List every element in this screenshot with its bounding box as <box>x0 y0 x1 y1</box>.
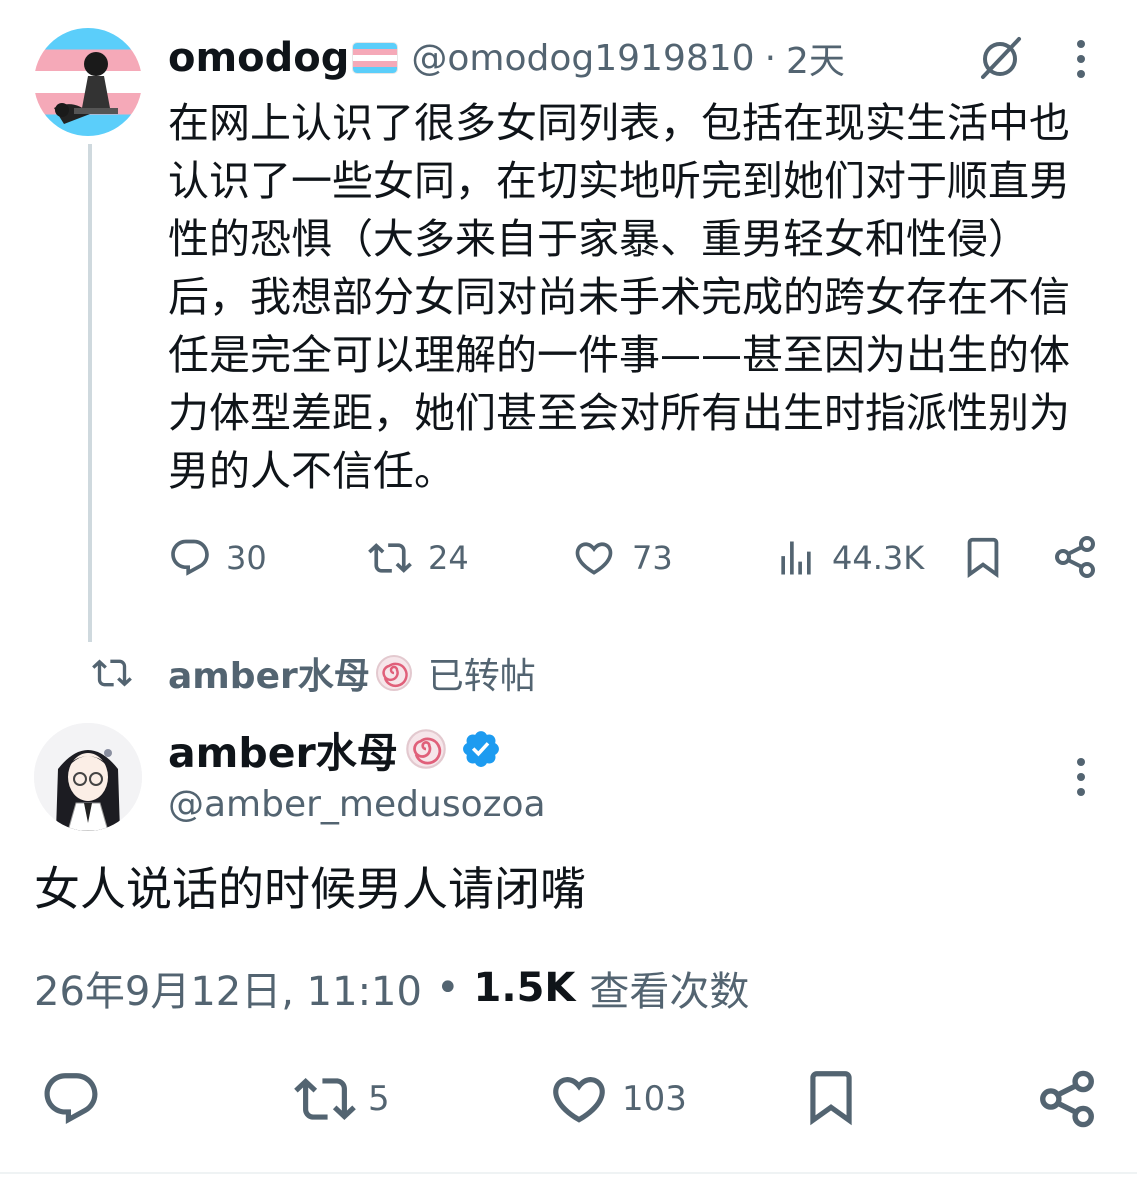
separator: • <box>435 965 460 1011</box>
like-count: 73 <box>632 539 673 577</box>
bookmark-button[interactable] <box>960 534 1006 584</box>
share-icon <box>1040 1070 1094 1128</box>
timestamp[interactable]: 26年9月12日, 11:10 <box>34 959 422 1017</box>
avatar-omodog[interactable] <box>34 28 142 136</box>
repost-label: amber水母 已转帖 <box>90 648 536 698</box>
repost-count: 5 <box>368 1079 390 1119</box>
reply-button[interactable]: 30 <box>168 530 267 586</box>
transgender-flag-emoji <box>353 43 398 73</box>
more-icon[interactable] <box>1066 36 1096 82</box>
views-button[interactable]: 44.3K <box>774 530 924 586</box>
display-name[interactable]: amber水母 <box>168 719 398 779</box>
main-tweet-text: 女人说话的时候男人请闭嘴 <box>34 862 586 916</box>
tweet-meta: 26年9月12日, 11:10 • 1.5K 查看次数 <box>34 958 749 1018</box>
separator: · <box>764 37 777 79</box>
tweet-age[interactable]: 2天 <box>786 32 845 84</box>
verified-badge-icon[interactable] <box>460 728 502 770</box>
user-handle[interactable]: @omodog1919810 <box>411 38 754 79</box>
spiral-emoji <box>375 655 412 691</box>
main-tweet-name-row: amber水母 <box>168 720 502 778</box>
like-icon <box>575 542 613 575</box>
share-button[interactable] <box>1036 1068 1098 1134</box>
like-button[interactable]: 103 <box>548 1068 687 1130</box>
repost-icon <box>92 659 132 687</box>
more-icon[interactable] <box>1066 754 1096 800</box>
views-label[interactable]: 查看次数 <box>589 959 749 1017</box>
repost-label-text: 已转帖 <box>427 656 536 697</box>
quoted-tweet-text: 在网上认识了很多女同列表，包括在现实生活中也认识了一些女同，在切实地听完到她们对… <box>168 99 1070 495</box>
views-count: 44.3K <box>832 539 925 577</box>
views-icon <box>781 541 811 575</box>
repost-user[interactable]: amber水母 <box>168 647 370 699</box>
views-count: 1.5K <box>473 965 576 1011</box>
bookmark-icon <box>810 1071 852 1126</box>
share-icon <box>1055 536 1095 578</box>
bottom-divider <box>0 1172 1137 1174</box>
repost-count: 24 <box>428 539 469 577</box>
bookmark-button[interactable] <box>800 1066 862 1132</box>
repost-icon <box>294 1078 356 1120</box>
like-icon <box>553 1077 605 1123</box>
spiral-emoji <box>405 729 446 769</box>
share-button[interactable] <box>1052 534 1098 584</box>
reply-icon <box>44 1073 98 1125</box>
reply-count: 30 <box>226 539 267 577</box>
avatar-amber[interactable] <box>34 723 142 831</box>
repost-icon <box>368 543 412 573</box>
like-count: 103 <box>622 1079 687 1119</box>
user-handle[interactable]: @amber_medusozoa <box>168 784 546 825</box>
quoted-tweet-header: omodog @omodog1919810 · 2天 <box>168 28 845 88</box>
display-name[interactable]: omodog <box>168 35 349 81</box>
reply-button[interactable] <box>40 1068 102 1134</box>
thread-connector-line <box>88 144 92 642</box>
like-button[interactable]: 73 <box>570 530 673 586</box>
grok-icon[interactable] <box>975 34 1025 84</box>
reply-icon <box>171 539 209 576</box>
repost-button[interactable]: 24 <box>366 530 469 586</box>
repost-button[interactable]: 5 <box>292 1068 390 1130</box>
bookmark-icon <box>967 537 999 578</box>
